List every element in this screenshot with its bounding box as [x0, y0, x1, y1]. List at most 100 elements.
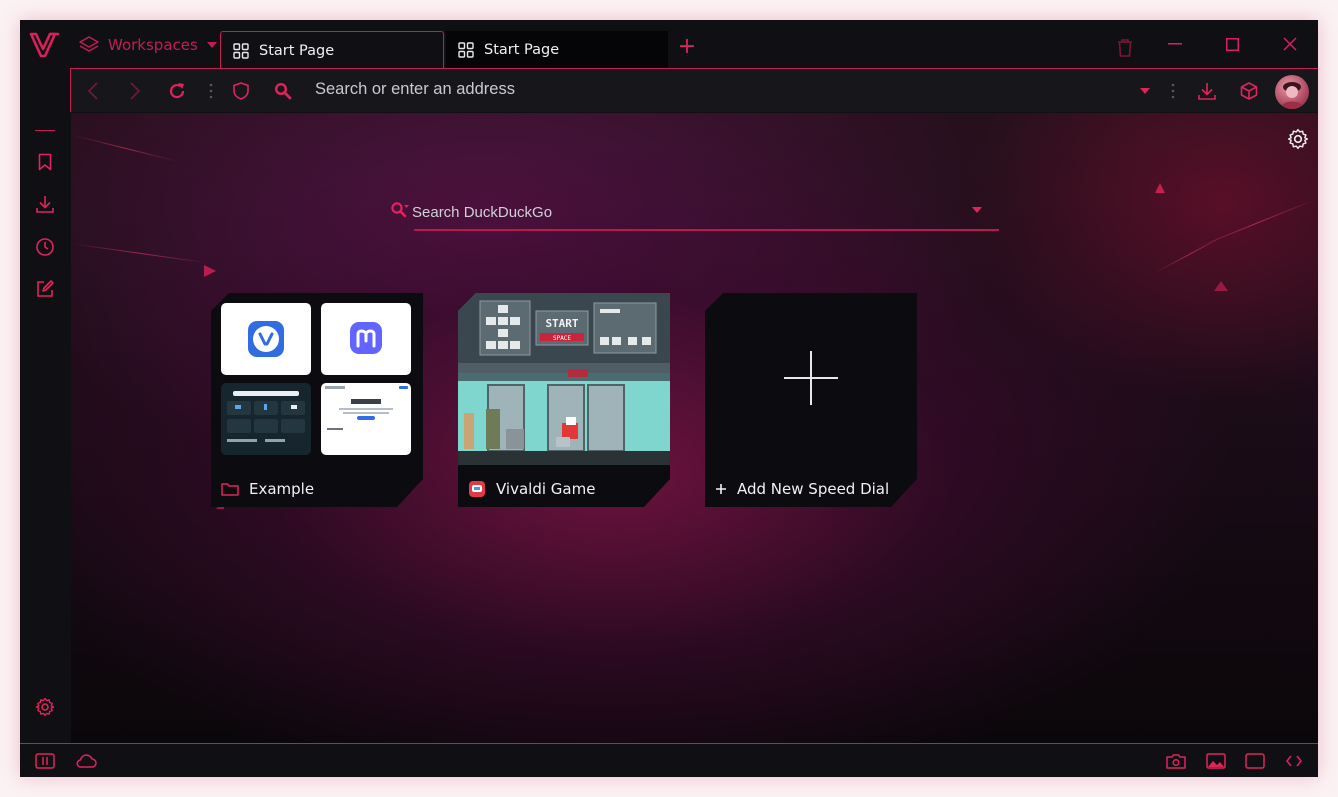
vivaldi-logo-icon — [29, 32, 60, 58]
address-search-icon-button[interactable] — [271, 79, 295, 103]
vivaldi-game-thumbnail: START SPACE — [458, 293, 670, 465]
vivaldi-game-icon — [468, 480, 486, 498]
tab-title: Start Page — [484, 42, 560, 58]
speed-dial-grid-icon — [458, 42, 474, 58]
forward-button[interactable] — [123, 79, 147, 103]
background-streak — [72, 134, 180, 163]
tab-start-page[interactable]: Start Page — [446, 31, 668, 69]
background-streak — [71, 243, 211, 264]
settings-panel-button[interactable] — [33, 695, 57, 719]
site-info-button[interactable] — [229, 79, 253, 103]
trash-icon — [1118, 39, 1132, 57]
speed-dial-title: Example — [249, 480, 315, 498]
address-field[interactable]: Search or enter an address — [315, 80, 515, 99]
workspaces-label: Workspaces — [108, 36, 198, 54]
profile-avatar-button[interactable] — [1275, 75, 1309, 109]
search-icon — [391, 202, 409, 218]
folder-thumb-dark-page — [221, 383, 311, 455]
speed-dial-example-folder[interactable]: Example — [211, 293, 423, 507]
plus-icon — [715, 483, 727, 495]
background-shard — [1155, 183, 1165, 193]
status-bar — [20, 743, 1318, 777]
toolbar-drag-handle[interactable] — [1161, 79, 1185, 103]
background-shard — [1214, 281, 1228, 291]
vivaldi-logo-icon — [221, 303, 311, 375]
downloads-panel-button[interactable] — [33, 192, 57, 216]
address-toolbar: Search or enter an address — [70, 68, 1318, 112]
new-tab-button[interactable]: + — [676, 36, 698, 58]
chevron-right-icon — [130, 82, 141, 100]
speed-dial-title: Add New Speed Dial — [737, 480, 890, 498]
vivaldi-menu-button[interactable] — [28, 30, 62, 60]
cube-icon — [1240, 82, 1258, 100]
workspaces-button[interactable]: Workspaces — [78, 30, 218, 60]
chevron-down-icon — [1140, 88, 1150, 94]
search-engine-dropdown[interactable] — [972, 207, 982, 213]
background-streak — [1155, 234, 1227, 273]
minimize-icon — [1168, 43, 1182, 45]
game-space-text: SPACE — [553, 335, 571, 342]
toolbar-drag-handle[interactable] — [199, 79, 223, 103]
start-page-settings-button[interactable] — [1287, 128, 1311, 152]
back-button[interactable] — [81, 79, 105, 103]
avatar — [1280, 82, 1304, 109]
search-underline — [414, 229, 999, 231]
speed-dial-label: Vivaldi Game — [468, 480, 595, 498]
download-icon — [1198, 83, 1216, 100]
search-input[interactable] — [412, 199, 972, 225]
reload-button[interactable] — [165, 79, 189, 103]
panel-toggle-icon — [35, 753, 55, 769]
side-panel — [20, 68, 70, 743]
shield-icon — [233, 82, 249, 100]
speed-dial-grid-icon — [233, 42, 249, 59]
tab-bar: Workspaces Start Page Start Page + — [20, 20, 1318, 69]
extensions-button[interactable] — [1237, 79, 1261, 103]
close-window-button[interactable] — [1275, 32, 1305, 56]
layers-icon — [79, 36, 99, 52]
code-icon — [1286, 755, 1302, 767]
search-engine-icon[interactable] — [390, 201, 410, 219]
downloads-button[interactable] — [1195, 79, 1219, 103]
folder-thumb-mastodon — [321, 303, 411, 375]
page-tiling-button[interactable] — [1243, 750, 1267, 772]
chevron-down-icon — [206, 42, 217, 48]
game-start-text: START — [545, 317, 578, 330]
sync-button[interactable] — [74, 750, 98, 772]
game-screenshot: START SPACE — [458, 293, 670, 465]
folder-thumb-vivaldi — [221, 303, 311, 375]
folder-icon — [221, 482, 239, 496]
capture-button[interactable] — [1164, 750, 1188, 772]
dark-page-preview — [221, 383, 311, 455]
toggle-panel-button[interactable] — [33, 750, 57, 772]
bookmark-icon — [38, 153, 52, 171]
tab-title: Start Page — [259, 42, 335, 59]
speed-dial-label: Add New Speed Dial — [715, 480, 889, 498]
speed-dial-label: Example — [221, 480, 314, 498]
mastodon-logo-icon — [321, 303, 411, 375]
closed-tabs-trash-button[interactable] — [1116, 38, 1134, 58]
search-engine-field — [386, 193, 1001, 233]
chevron-left-icon — [87, 82, 98, 100]
start-page: Example — [71, 113, 1318, 743]
gear-icon — [1287, 128, 1309, 150]
history-panel-button[interactable] — [33, 235, 57, 259]
address-history-dropdown[interactable] — [1133, 79, 1157, 103]
drag-dots-icon — [1171, 83, 1175, 99]
browser-window: Workspaces Start Page Start Page + Searc… — [20, 20, 1318, 777]
add-speed-dial-button[interactable]: Add New Speed Dial — [705, 293, 917, 507]
close-icon — [1283, 37, 1297, 51]
tab-start-page-active[interactable]: Start Page — [220, 31, 444, 69]
window-icon — [1245, 753, 1265, 769]
notes-panel-button[interactable] — [33, 277, 57, 301]
clock-icon — [36, 238, 54, 256]
speed-dial-vivaldi-game[interactable]: START SPACE Vivaldi Game — [458, 293, 670, 507]
image-icon — [1206, 753, 1226, 769]
page-actions-button[interactable] — [1282, 750, 1306, 772]
minimize-button[interactable] — [1160, 32, 1190, 56]
maximize-button[interactable] — [1217, 32, 1247, 56]
bookmarks-panel-button[interactable] — [33, 150, 57, 174]
images-toggle-button[interactable] — [1204, 750, 1228, 772]
gear-icon — [35, 697, 55, 717]
background-shard — [204, 265, 216, 277]
drag-dots-icon — [209, 83, 213, 99]
